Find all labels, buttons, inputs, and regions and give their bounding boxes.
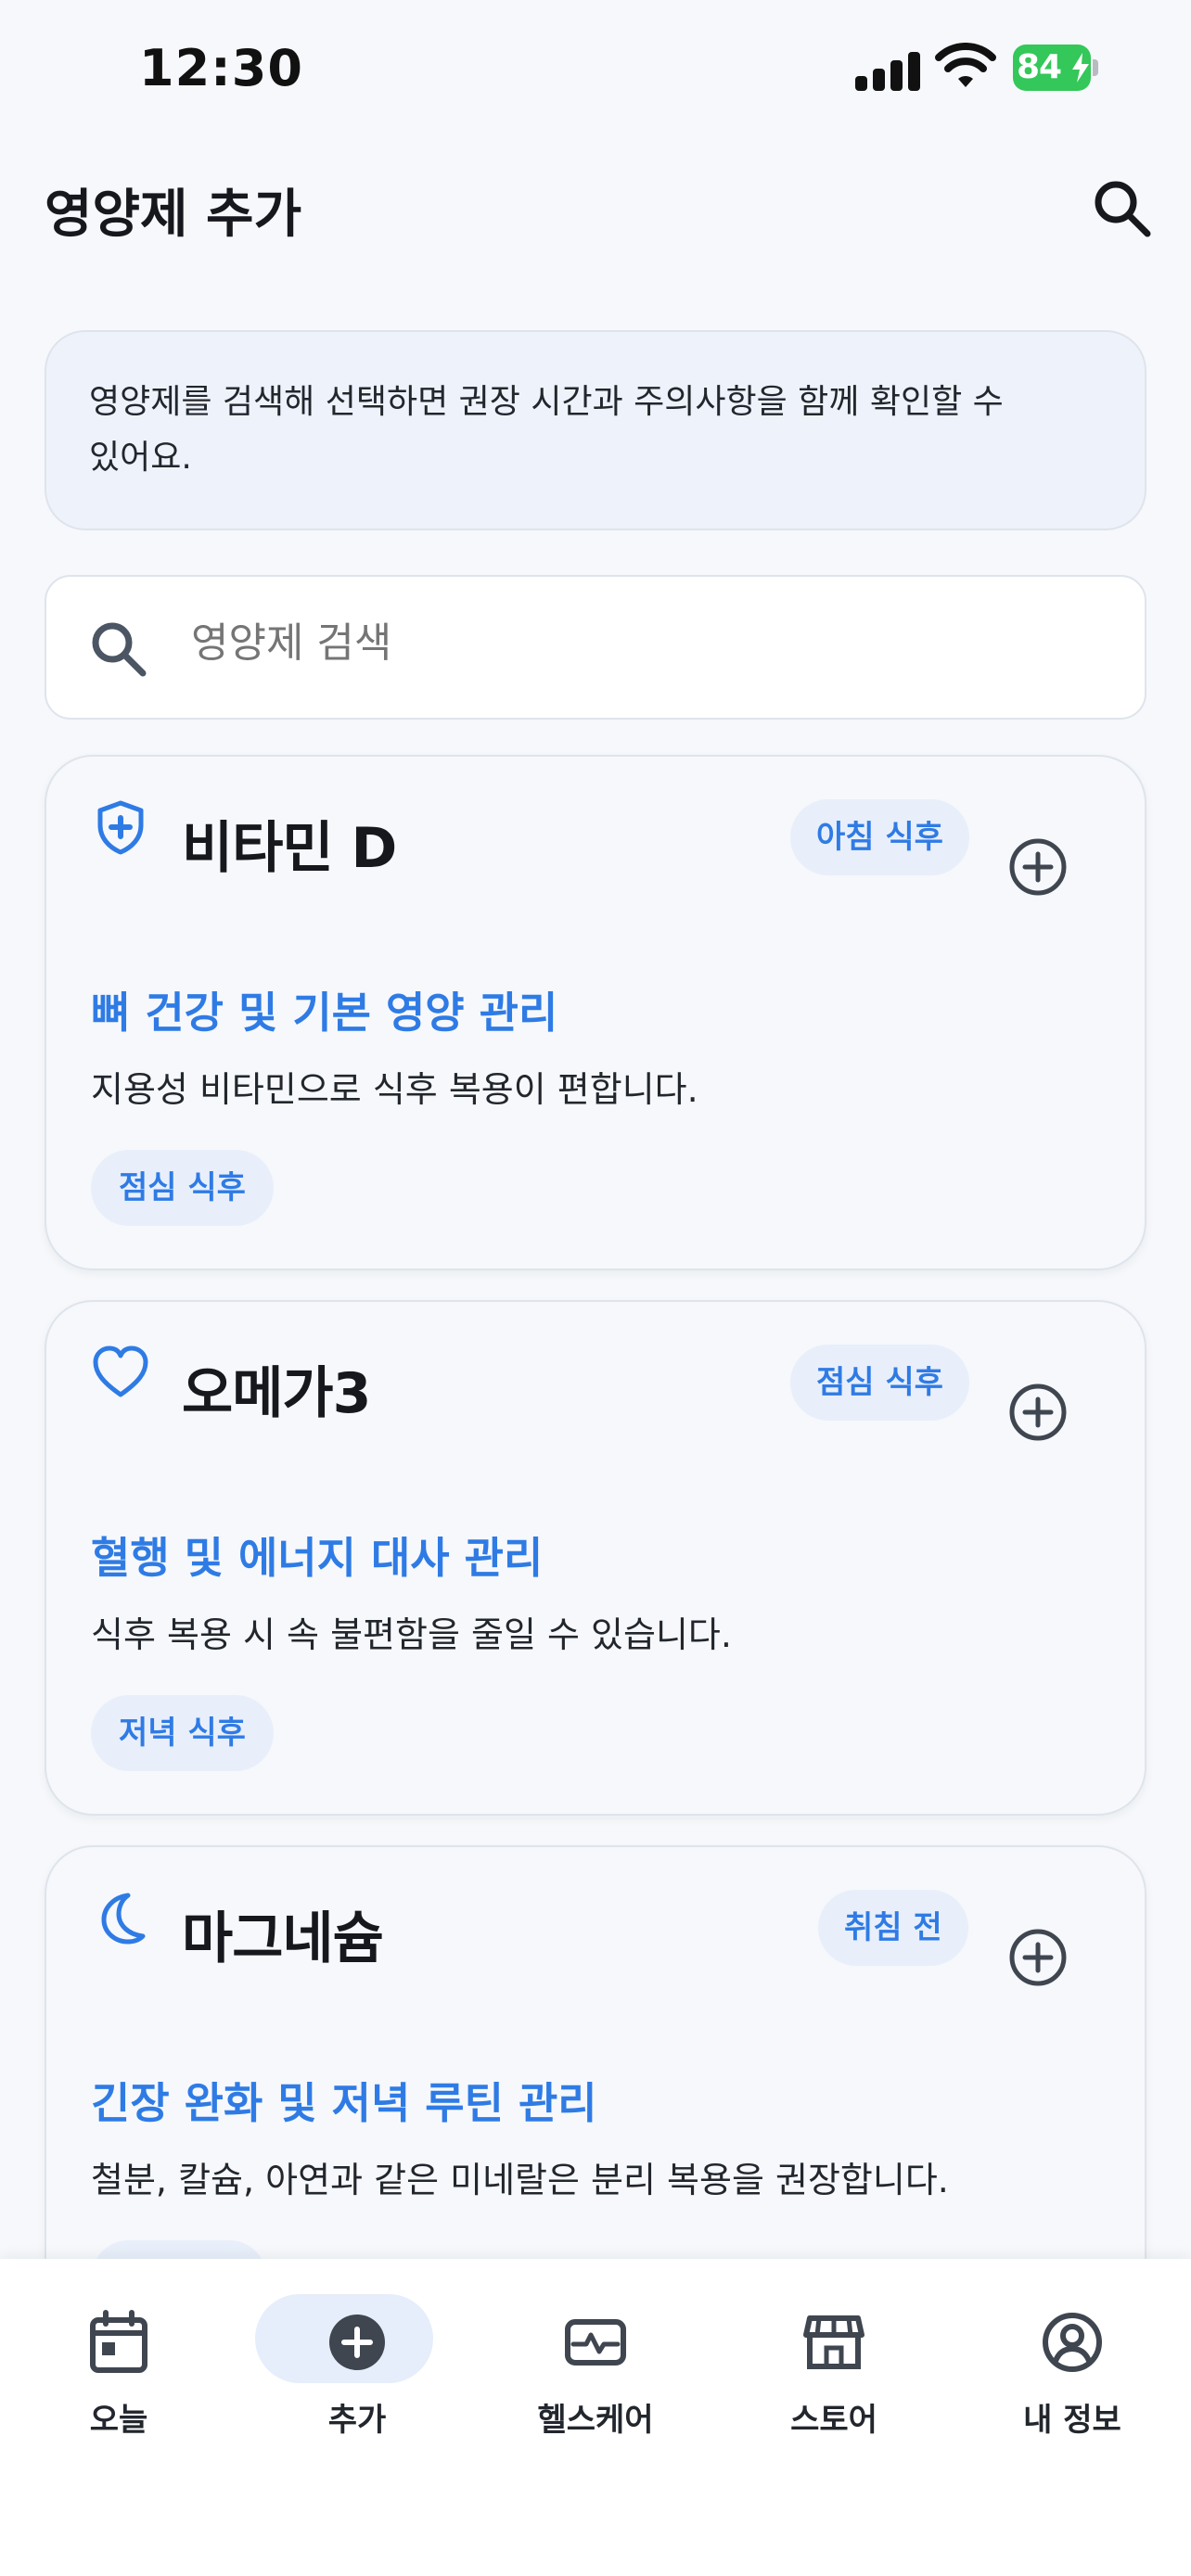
tab-label: 오늘 bbox=[89, 2402, 148, 2439]
tab-today[interactable]: 오늘 bbox=[26, 2294, 211, 2452]
page-title: 영양제 추가 bbox=[45, 185, 302, 245]
alt-time-chip[interactable]: 점심 식후 bbox=[91, 1150, 274, 1226]
heart-icon bbox=[93, 1345, 148, 1397]
info-text-line2: 있어요. bbox=[89, 439, 192, 477]
add-circle-icon[interactable] bbox=[1005, 1925, 1070, 1990]
time-badge: 아침 식후 bbox=[790, 799, 969, 875]
tab-healthcare[interactable]: 헬스케어 bbox=[503, 2294, 688, 2452]
status-bar: 12:30 84 bbox=[0, 0, 1191, 139]
store-icon bbox=[803, 2315, 864, 2369]
tab-my-info[interactable]: 내 정보 bbox=[980, 2294, 1165, 2452]
plus-circle-icon bbox=[329, 2315, 385, 2370]
supplement-card-omega3[interactable]: 오메가3 점심 식후 혈행 및 에너지 대사 관리 식후 복용 시 속 불편함을… bbox=[45, 1300, 1146, 1816]
time-badge: 점심 식후 bbox=[790, 1345, 969, 1421]
tab-store[interactable]: 스토어 bbox=[741, 2294, 927, 2452]
battery-level: 84 bbox=[1017, 48, 1062, 86]
info-text-line1: 영양제를 검색해 선택하면 권장 시간과 주의사항을 함께 확인할 수 bbox=[89, 383, 1004, 421]
shield-plus-icon bbox=[97, 800, 144, 855]
health-monitor-icon bbox=[565, 2319, 626, 2366]
tab-label: 추가 bbox=[327, 2402, 387, 2439]
search-icon bbox=[92, 622, 147, 677]
supplement-note: 지용성 비타민으로 식후 복용이 편합니다. bbox=[91, 1069, 698, 1110]
app-header: 영양제 추가 bbox=[0, 158, 1191, 260]
search-icon[interactable] bbox=[1090, 176, 1155, 241]
search-input[interactable] bbox=[191, 619, 1026, 667]
tab-label: 스토어 bbox=[790, 2402, 877, 2439]
tab-label: 내 정보 bbox=[1023, 2402, 1121, 2439]
calendar-icon bbox=[90, 2310, 147, 2373]
bottom-tab-bar: 오늘 추가 헬스케어 스토어 내 정보 bbox=[0, 2259, 1191, 2576]
tab-add[interactable]: 추가 bbox=[255, 2294, 450, 2452]
add-circle-icon[interactable] bbox=[1005, 835, 1070, 899]
supplement-card-vitamin-d[interactable]: 비타민 D 아침 식후 뼈 건강 및 기본 영양 관리 지용성 비타민으로 식후… bbox=[45, 755, 1146, 1270]
supplement-note: 식후 복용 시 속 불편함을 줄일 수 있습니다. bbox=[91, 1614, 732, 1655]
add-circle-icon[interactable] bbox=[1005, 1380, 1070, 1445]
moon-icon bbox=[101, 1893, 146, 1945]
add-supplement-screen: 12:30 84 영양제 추가 영양제를 검색해 선택하면 권장 시간과 주의사… bbox=[0, 0, 1191, 2576]
alt-time-chip[interactable]: 저녁 식후 bbox=[91, 1695, 274, 1771]
supplement-name: 비타민 D bbox=[182, 816, 397, 881]
supplement-purpose: 긴장 완화 및 저녁 루틴 관리 bbox=[91, 2078, 597, 2128]
supplement-name: 마그네슘 bbox=[182, 1906, 384, 1971]
profile-icon bbox=[1043, 2313, 1102, 2372]
charging-bolt-icon bbox=[1072, 53, 1089, 83]
supplement-name: 오메가3 bbox=[182, 1361, 371, 1426]
time-badge: 취침 전 bbox=[818, 1890, 968, 1966]
tab-label: 헬스케어 bbox=[537, 2402, 654, 2439]
info-banner: 영양제를 검색해 선택하면 권장 시간과 주의사항을 함께 확인할 수 있어요. bbox=[45, 330, 1146, 530]
supplement-purpose: 혈행 및 에너지 대사 관리 bbox=[91, 1533, 544, 1583]
supplement-purpose: 뼈 건강 및 기본 영양 관리 bbox=[91, 988, 558, 1038]
search-field[interactable] bbox=[45, 575, 1146, 720]
status-time: 12:30 bbox=[139, 39, 303, 97]
supplement-note: 철분, 칼슘, 아연과 같은 미네랄은 분리 복용을 권장합니다. bbox=[91, 2160, 949, 2200]
wifi-icon bbox=[935, 43, 996, 87]
battery-icon: 84 bbox=[1013, 45, 1098, 91]
signal-icon bbox=[855, 48, 920, 91]
